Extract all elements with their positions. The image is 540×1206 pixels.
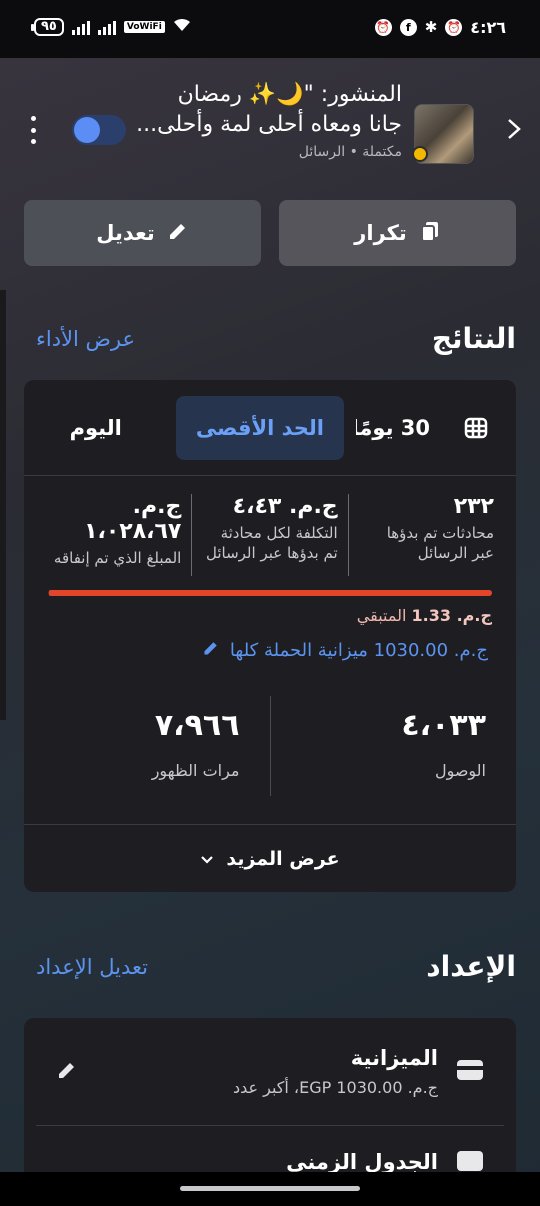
signal-icon — [71, 19, 90, 35]
edit-button-label: تعديل — [96, 221, 155, 245]
pencil-icon[interactable] — [56, 1059, 78, 1085]
tab-today[interactable]: اليوم — [50, 396, 142, 460]
budget-title: الميزانية — [350, 1046, 438, 1070]
side-divider — [0, 290, 6, 720]
date-range-tabs: 30 يومًا الحد الأقصى اليوم — [24, 380, 516, 476]
metric-cost-per-conversation: ج.م. ٤،٤٣ التكلفة لكل محادثة تم بدؤها عب… — [192, 494, 349, 576]
status-left: ٩٥ VoWiFi — [31, 18, 191, 36]
impressions-value: ٧،٩٦٦ — [154, 708, 240, 743]
tab-maximum[interactable]: الحد الأقصى — [175, 395, 344, 460]
tab-30-days[interactable]: 30 يومًا — [356, 396, 440, 460]
more-vertical-icon[interactable] — [28, 116, 38, 144]
results-title: النتائج — [431, 322, 516, 355]
results-header: النتائج عرض الأداء — [36, 322, 516, 355]
metric-conversations: ٢٣٢ محادثات تم بدؤها عبر الرسائل — [349, 494, 504, 576]
post-subtitle: جانا ومعاه أحلى لمة وأحلى... — [136, 112, 402, 137]
metric-label: محادثات تم بدؤها — [386, 524, 494, 542]
duplicate-button[interactable]: تكرار — [279, 200, 516, 266]
remaining-budget: ج.م. 1.33 المتبقي — [24, 596, 516, 625]
impressions-label: مرات الظهور — [151, 761, 240, 780]
remaining-amount: ج.م. 1.33 — [411, 606, 492, 625]
clock: ٤:٢٦ — [470, 17, 506, 37]
see-more-button[interactable]: عرض المزيد — [24, 824, 516, 892]
metric-value: ج.م. ١،٠٢٨،٦٧ — [84, 494, 182, 544]
battery-indicator: ٩٥ — [31, 18, 64, 36]
reach-label: الوصول — [434, 761, 486, 780]
budget-progress-fill — [48, 590, 492, 596]
action-row: تعديل تكرار — [24, 200, 516, 266]
home-gesture-bar[interactable] — [180, 1186, 360, 1191]
vowifi-icon: VoWiFi — [123, 21, 165, 33]
impressions-cell: ٧،٩٦٦ مرات الظهور — [24, 696, 271, 796]
campaign-toggle[interactable] — [72, 115, 126, 145]
metric-label-2: عبر الرسائل — [417, 544, 494, 562]
credit-card-icon — [456, 1059, 484, 1085]
post-title: المنشور: "🌙✨ رمضان — [177, 82, 402, 107]
reach-cell: ٤،٠٣٣ الوصول — [271, 696, 517, 796]
pencil-icon — [167, 220, 189, 247]
metric-value: ج.م. ٤،٤٣ — [232, 494, 338, 519]
pencil-icon — [202, 639, 220, 662]
duplicate-button-label: تكرار — [354, 221, 407, 245]
edit-button[interactable]: تعديل — [24, 200, 261, 266]
system-nav-bar — [0, 1172, 540, 1206]
view-performance-link[interactable]: عرض الأداء — [36, 327, 135, 351]
chevron-down-icon — [200, 848, 214, 870]
status-bar: ٩٥ VoWiFi ⏰ f ✱ ⏰ ٤:٢٦ — [0, 0, 540, 58]
facebook-icon: f — [399, 18, 417, 36]
campaign-budget-link[interactable]: ج.م. 1030.00 ميزانية الحملة كلها — [24, 625, 516, 662]
results-card: 30 يومًا الحد الأقصى اليوم ٢٣٢ محادثات ت… — [24, 380, 516, 892]
campaign-budget-text: ج.م. 1030.00 ميزانية الحملة كلها — [229, 640, 488, 661]
metric-label: التكلفة لكل محادثة — [220, 524, 338, 542]
chevron-right-icon[interactable] — [506, 118, 522, 146]
budget-row[interactable]: الميزانية ج.م. EGP 1030.00، أكبر عدد — [36, 1018, 504, 1126]
toggle-knob — [74, 117, 100, 143]
budget-progress-bar — [48, 590, 492, 596]
copy-icon — [419, 220, 441, 247]
metrics-row: ٢٣٢ محادثات تم بدؤها عبر الرسائل ج.م. ٤،… — [24, 476, 516, 576]
setup-title: الإعداد — [426, 950, 516, 983]
reach-value: ٤،٠٣٣ — [401, 708, 486, 743]
see-more-label: عرض المزيد — [226, 847, 340, 870]
metric-value: ٢٣٢ — [453, 494, 494, 519]
calendar-grid-icon[interactable] — [452, 404, 500, 452]
post-header: المنشور: "🌙✨ رمضان جانا ومعاه أحلى لمة و… — [0, 70, 540, 170]
metric-label: المبلغ الذي تم إنفاقه — [53, 549, 182, 567]
setup-header: الإعداد تعديل الإعداد — [36, 950, 516, 983]
status-dot-icon — [412, 146, 428, 162]
post-info[interactable]: المنشور: "🌙✨ رمضان جانا ومعاه أحلى لمة و… — [136, 80, 402, 160]
metric-label-2: تم بدؤها عبر الرسائل — [205, 544, 338, 562]
metric-amount-spent: ج.م. ١،٠٢٨،٦٧ المبلغ الذي تم إنفاقه — [36, 494, 193, 576]
schedule-title: الجدول الزمني — [286, 1150, 438, 1174]
alarm-2-icon: ⏰ — [445, 18, 463, 36]
budget-sub: ج.م. EGP 1030.00، أكبر عدد — [232, 1078, 438, 1097]
signal-2-icon — [97, 19, 116, 35]
remaining-label: المتبقي — [356, 606, 407, 625]
bluetooth-icon: ✱ — [424, 18, 438, 36]
budget-text: الميزانية ج.م. EGP 1030.00، أكبر عدد — [96, 1046, 438, 1097]
status-right: ⏰ f ✱ ⏰ ٤:٢٦ — [374, 17, 506, 37]
wifi-icon — [173, 18, 191, 36]
post-meta: مكتملة • الرسائل — [298, 144, 402, 160]
reach-impressions-row: ٤،٠٣٣ الوصول ٧،٩٦٦ مرات الظهور — [24, 696, 516, 796]
edit-setup-link[interactable]: تعديل الإعداد — [36, 955, 148, 979]
alarm-icon: ⏰ — [374, 18, 392, 36]
